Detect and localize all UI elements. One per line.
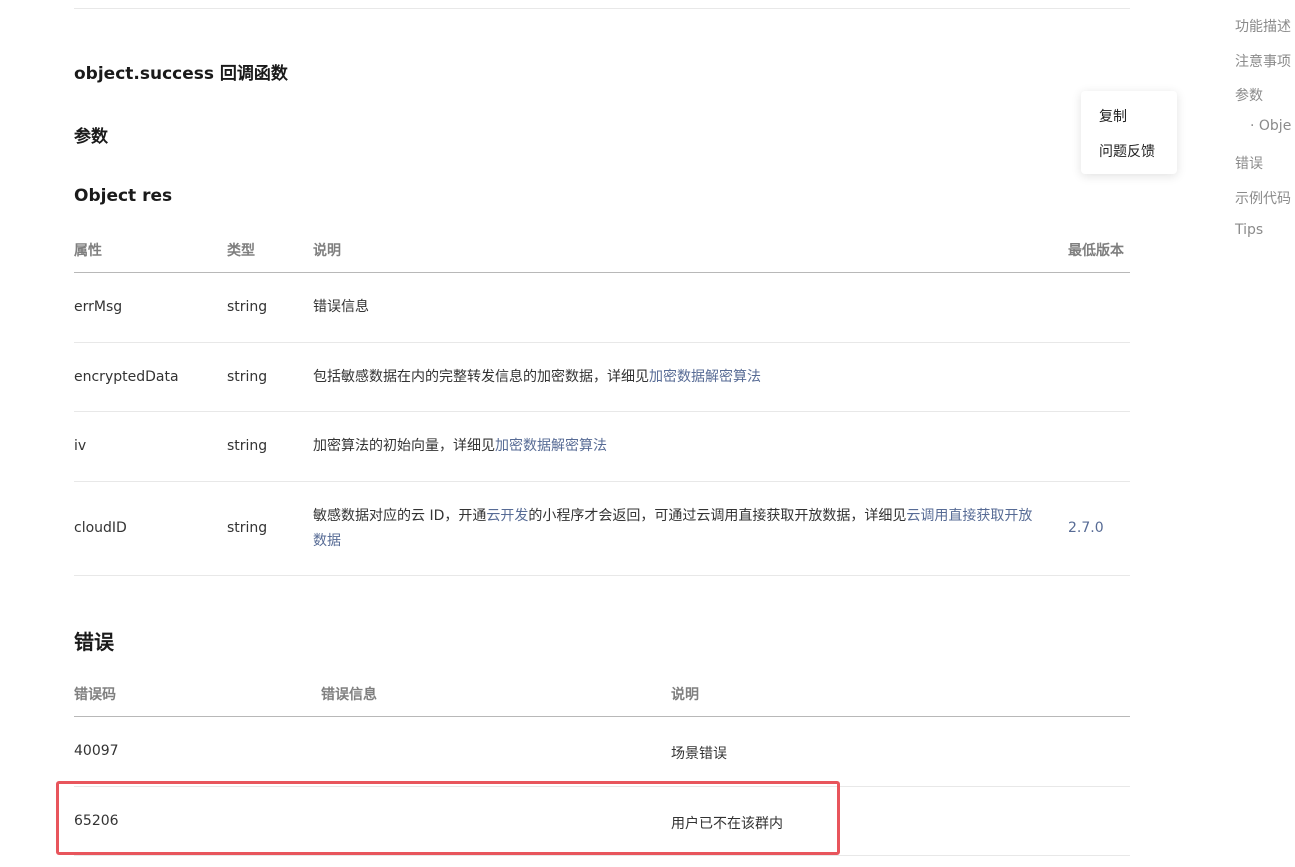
error-description: 场景错误 xyxy=(671,746,727,762)
row-divider xyxy=(74,575,1130,576)
errors-title: 错误 xyxy=(74,630,114,654)
res-row-desc: 错误信息 xyxy=(313,299,369,315)
error-header-divider xyxy=(74,716,1130,717)
res-row-name: encryptedData xyxy=(74,369,179,385)
res-header-divider xyxy=(74,272,1130,273)
row-divider xyxy=(74,342,1130,343)
res-header-property: 属性 xyxy=(74,243,102,259)
res-row-name: iv xyxy=(74,438,87,454)
error-code: 40097 xyxy=(74,743,119,759)
decrypt-algorithm-link[interactable]: 加密数据解密算法 xyxy=(649,369,761,385)
toc-item-params[interactable]: 参数 xyxy=(1235,85,1263,105)
highlight-box xyxy=(56,781,840,855)
res-row-desc: 敏感数据对应的云 ID，开通云开发的小程序才会返回，可通过云调用直接获取开放数据… xyxy=(313,504,1033,554)
desc-text: 的小程序才会返回，可通过云调用直接获取开放数据，详细见 xyxy=(528,508,907,524)
toc-item-errors[interactable]: 错误 xyxy=(1235,153,1263,173)
error-header-description: 说明 xyxy=(671,687,699,703)
row-divider xyxy=(74,855,1130,856)
error-header-code: 错误码 xyxy=(74,687,116,703)
row-divider xyxy=(74,411,1130,412)
error-header-message: 错误信息 xyxy=(321,687,377,703)
toc-item-notes[interactable]: 注意事项 xyxy=(1235,51,1291,71)
res-header-description: 说明 xyxy=(313,243,341,259)
desc-text: 包括敏感数据在内的完整转发信息的加密数据，详细见 xyxy=(313,369,649,385)
res-row-type: string xyxy=(227,369,268,385)
desc-text: 加密算法的初始向量，详细见 xyxy=(313,438,495,454)
res-row-desc: 加密算法的初始向量，详细见加密数据解密算法 xyxy=(313,434,1033,459)
res-row-type: string xyxy=(227,438,268,454)
res-header-type: 类型 xyxy=(227,243,255,259)
success-callback-title: object.success 回调函数 xyxy=(74,64,288,84)
min-version-link[interactable]: 2.7.0 xyxy=(1068,520,1104,536)
context-menu: 复制 问题反馈 xyxy=(1081,91,1177,174)
toc-item-description[interactable]: 功能描述 xyxy=(1235,16,1291,36)
copy-menu-item[interactable]: 复制 xyxy=(1099,106,1127,126)
object-res-title: Object res xyxy=(74,186,173,206)
params-title: 参数 xyxy=(74,127,108,147)
res-row-desc: 包括敏感数据在内的完整转发信息的加密数据，详细见加密数据解密算法 xyxy=(313,365,1033,390)
toc-item-example[interactable]: 示例代码 xyxy=(1235,188,1291,208)
top-divider xyxy=(74,8,1130,9)
decrypt-algorithm-link[interactable]: 加密数据解密算法 xyxy=(495,438,607,454)
feedback-menu-item[interactable]: 问题反馈 xyxy=(1099,141,1155,161)
res-row-name: cloudID xyxy=(74,520,127,536)
res-row-type: string xyxy=(227,299,268,315)
res-header-min-version: 最低版本 xyxy=(1068,243,1124,259)
cloud-dev-link[interactable]: 云开发 xyxy=(486,508,528,524)
toc-item-object[interactable]: · Obje xyxy=(1250,118,1291,134)
res-row-name: errMsg xyxy=(74,299,123,315)
toc-item-tips[interactable]: Tips xyxy=(1235,222,1263,238)
row-divider xyxy=(74,481,1130,482)
res-row-type: string xyxy=(227,520,268,536)
desc-text: 敏感数据对应的云 ID，开通 xyxy=(313,508,487,524)
